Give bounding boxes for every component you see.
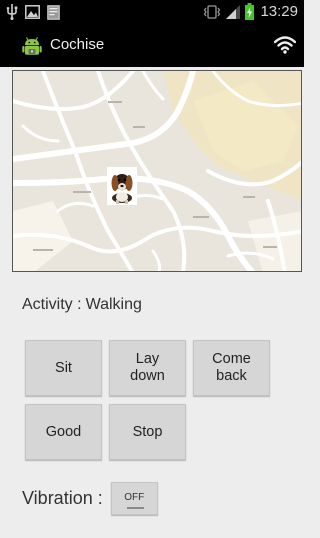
good-button[interactable]: Good	[25, 404, 102, 460]
street-map[interactable]	[13, 71, 302, 272]
activity-label: Activity :	[22, 296, 82, 313]
vibration-toggle-state: OFF	[124, 492, 145, 503]
status-clock: 13:29	[260, 3, 298, 20]
document-icon	[47, 4, 60, 20]
battery-charging-icon	[245, 3, 255, 20]
map-view[interactable]	[12, 70, 302, 272]
status-bar: 13:29	[0, 0, 304, 25]
action-bar: Cochise	[0, 25, 304, 67]
usb-icon	[6, 4, 18, 20]
wifi-icon[interactable]	[274, 36, 296, 54]
vibration-row: Vibration : OFF	[22, 482, 158, 515]
vibrate-icon	[204, 4, 221, 19]
vibration-toggle[interactable]: OFF	[110, 482, 158, 515]
activity-status: Activity : Walking	[22, 296, 142, 314]
app-title: Cochise	[50, 36, 105, 53]
android-icon	[22, 37, 42, 55]
activity-value: Walking	[85, 296, 142, 313]
dog-icon[interactable]	[107, 167, 137, 205]
image-icon	[25, 5, 40, 19]
sit-button[interactable]: Sit	[25, 340, 102, 396]
toggle-indicator	[126, 507, 144, 509]
vibration-label: Vibration :	[22, 488, 103, 508]
signal-icon	[226, 5, 241, 19]
come-back-button[interactable]: Come back	[193, 340, 270, 396]
stop-button[interactable]: Stop	[109, 404, 186, 460]
lay-down-button[interactable]: Lay down	[109, 340, 186, 396]
